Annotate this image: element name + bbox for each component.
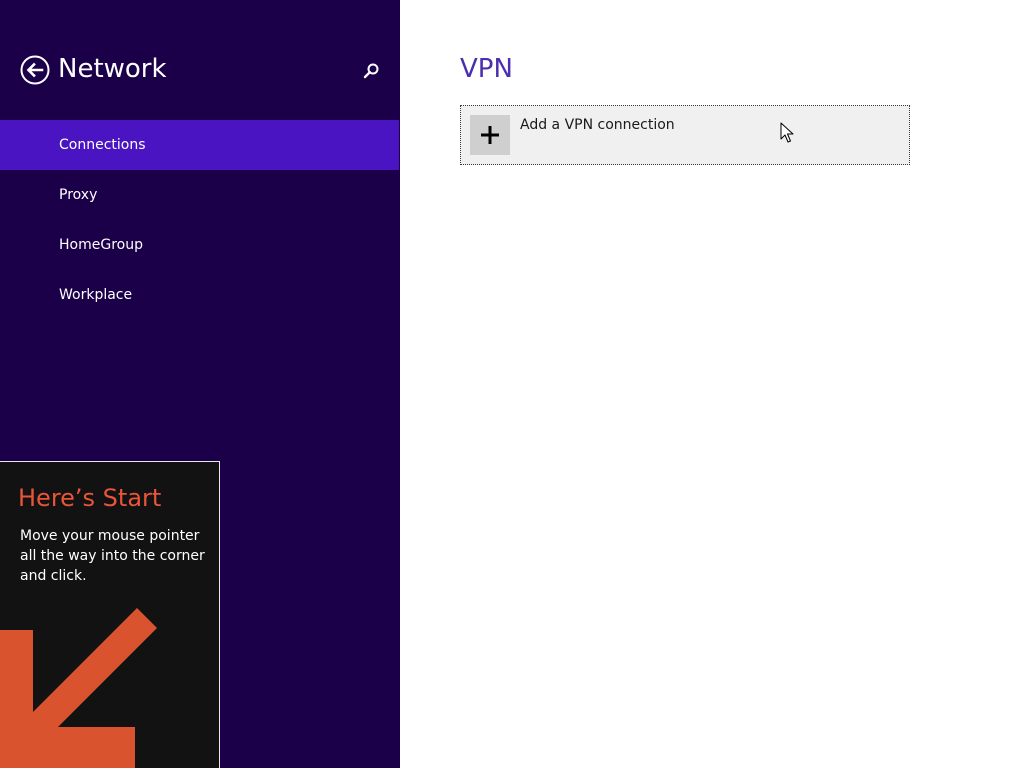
search-button[interactable]	[360, 60, 382, 82]
nav-item-proxy[interactable]: Proxy	[0, 170, 399, 220]
corner-arrow-icon	[0, 608, 157, 768]
page-title: Network	[58, 54, 167, 84]
nav-item-homegroup[interactable]: HomeGroup	[0, 220, 399, 270]
tip-title: Here’s Start	[18, 484, 162, 512]
pane-header: Network	[20, 54, 382, 88]
section-title: VPN	[460, 54, 513, 84]
plus-icon	[481, 126, 499, 144]
settings-nav: Connections Proxy HomeGroup Workplace	[0, 120, 399, 320]
back-button[interactable]	[20, 55, 50, 85]
mouse-pointer-icon	[780, 122, 794, 143]
add-vpn-connection-button[interactable]: Add a VPN connection	[460, 105, 910, 165]
nav-item-workplace[interactable]: Workplace	[0, 270, 399, 320]
start-tip-overlay: Here’s Start Move your mouse pointer all…	[0, 461, 220, 768]
plus-tile	[470, 115, 510, 155]
search-icon	[363, 63, 379, 79]
back-arrow-icon	[20, 55, 50, 85]
nav-item-connections[interactable]: Connections	[0, 120, 399, 170]
tip-body: Move your mouse pointer all the way into…	[20, 528, 205, 584]
add-vpn-label: Add a VPN connection	[520, 117, 675, 133]
